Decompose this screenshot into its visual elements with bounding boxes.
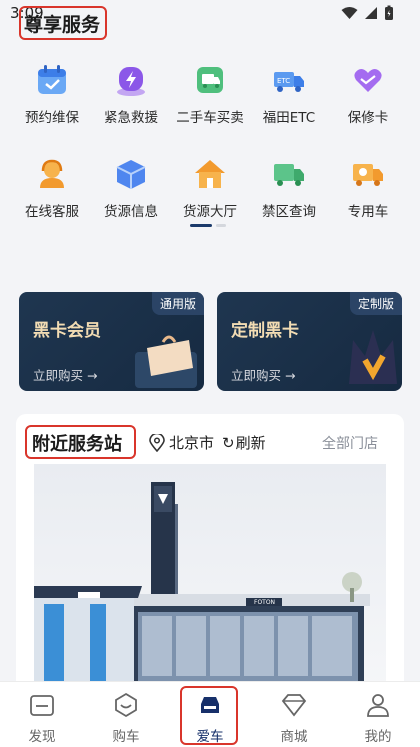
refresh-icon: ↻ [222,433,235,452]
box-icon [111,154,151,194]
green-truck-icon [269,154,309,194]
building-brand-text: FOTON [254,599,275,606]
custom-black-card[interactable]: 定制版 定制黑卡 立即购买 → [217,292,402,391]
person-icon [367,694,389,717]
nearby-service-panel: 附近服务站 北京市 ↻ 刷新 全部门店 FOTON [16,414,404,704]
service-label: 紧急救援 [104,110,158,126]
service-label: 预约维保 [25,110,79,126]
service-foton-etc[interactable]: ETC 福田ETC [247,60,331,126]
tab-label: 商城 [280,729,308,745]
tab-label: 购车 [112,729,140,745]
nearby-title: 附近服务站 [32,434,122,455]
house-icon [190,154,230,194]
buy-car-icon [115,692,137,718]
service-label: 货源信息 [104,204,158,220]
status-icons [341,5,394,21]
page-dot-active [190,224,212,227]
refresh-label: 刷新 [235,434,266,452]
crown-icon [349,330,397,384]
service-cargo-hall[interactable]: 货源大厅 [168,154,252,220]
signal-icon [365,7,377,19]
city-name: 北京市 [169,434,215,452]
location-selector[interactable]: 北京市 [149,432,214,453]
service-label: 福田ETC [262,110,316,126]
diamond-icon [281,694,307,717]
location-pin-icon [149,433,165,452]
support-agent-icon [32,154,72,194]
calendar-icon [32,60,72,100]
card-title: 定制黑卡 [231,321,299,341]
service-cargo-info[interactable]: 货源信息 [89,154,173,220]
refresh-button[interactable]: ↻ 刷新 [222,432,266,453]
service-emergency-rescue[interactable]: 紧急救援 [89,60,173,126]
handshake-icon [348,60,388,100]
discover-icon [30,695,54,716]
page-indicator [190,224,226,227]
card-tag: 定制版 [349,292,402,315]
lightning-icon [111,60,151,100]
svg-text:ETC: ETC [277,77,290,85]
service-appointment-maintenance[interactable]: 预约维保 [10,60,94,126]
used-car-truck-icon [190,60,230,100]
service-label: 禁区查询 [262,204,316,220]
service-station-image[interactable]: FOTON [34,464,386,704]
all-stores-link[interactable]: 全部门店 [322,433,378,453]
tab-buy-car[interactable]: 购车 [84,682,168,747]
gift-box-icon [135,335,197,388]
section-title: 尊享服务 [24,14,101,36]
wifi-icon [341,7,358,19]
service-used-car-trade[interactable]: 二手车买卖 [168,60,252,126]
service-warranty-card[interactable]: 保修卡 [326,60,410,126]
service-label: 专用车 [347,204,389,220]
card-buy-link[interactable]: 立即购买 → [33,365,97,384]
tab-profile[interactable]: 我的 [336,682,420,747]
page-dot [216,224,226,227]
card-title: 黑卡会员 [33,321,101,341]
service-special-vehicle[interactable]: 专用车 [326,154,410,220]
black-card-member-card[interactable]: 通用版 黑卡会员 立即购买 → [19,292,204,391]
tab-label: 我的 [364,729,392,745]
tab-discover[interactable]: 发现 [0,682,84,747]
tab-mall[interactable]: 商城 [252,682,336,747]
service-label: 保修卡 [347,110,389,126]
tab-label: 发现 [28,729,56,745]
service-online-support[interactable]: 在线客服 [10,154,94,220]
service-restricted-zone-query[interactable]: 禁区查询 [247,154,331,220]
active-tab-highlight [180,686,238,745]
battery-icon [385,5,393,20]
service-label: 二手车买卖 [176,110,244,126]
service-label: 货源大厅 [183,204,237,220]
service-label: 在线客服 [25,204,79,220]
etc-truck-icon: ETC [269,60,309,100]
special-truck-icon [348,154,388,194]
card-buy-link[interactable]: 立即购买 → [231,365,295,384]
card-tag: 通用版 [151,292,204,315]
